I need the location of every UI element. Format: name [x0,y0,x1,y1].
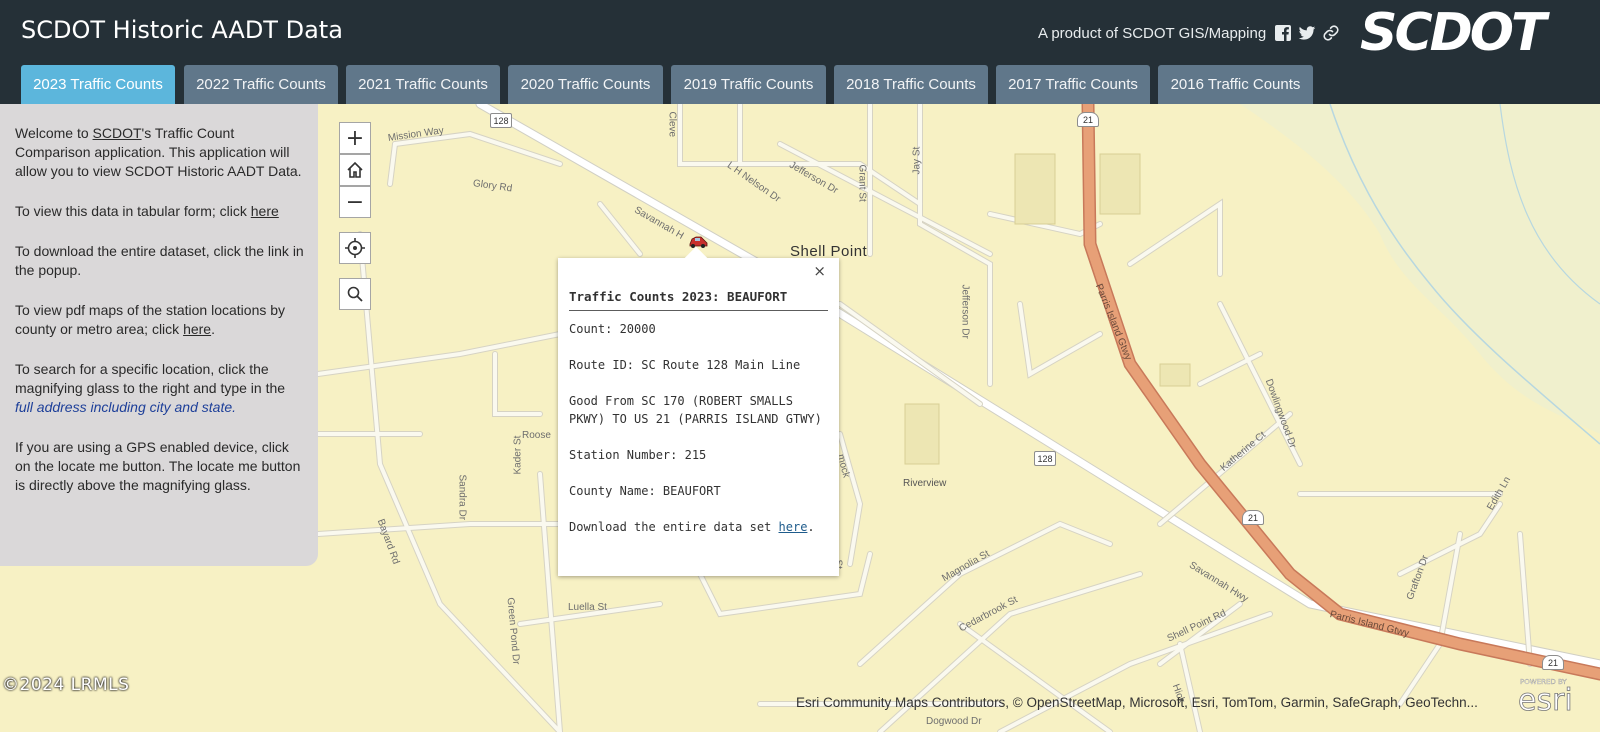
locate-button[interactable] [339,232,371,264]
street-label: Luella St [568,602,607,613]
popup-good-from: Good From SC 170 (ROBERT SMALLS PKWY) TO… [569,394,822,426]
zoom-in-button[interactable]: + [339,122,371,154]
tabular-link[interactable]: here [251,203,279,219]
tab-2018[interactable]: 2018 Traffic Counts [834,65,988,104]
route-shield: 21 [1077,112,1099,127]
traffic-count-popup: × Traffic Counts 2023: BEAUFORT Count: 2… [558,258,839,576]
popup-station: Station Number: 215 [569,448,707,462]
tab-2019[interactable]: 2019 Traffic Counts [671,65,826,104]
search-button[interactable] [339,278,371,310]
popup-download: Download the entire data set here. [569,520,815,534]
scdot-link[interactable]: SCDOT [93,125,142,141]
logo-text: SCDOT [1360,4,1550,60]
route-shield: 128 [1034,451,1056,466]
tab-2016[interactable]: 2016 Traffic Counts [1158,65,1313,104]
gps-help-text: If you are using a GPS enabled device, c… [15,439,301,493]
esri-logo: POWERED BY esri [1514,672,1600,732]
route-shield: 21 [1542,655,1564,670]
popup-county: County Name: BEAUFORT [569,484,721,498]
zoom-out-button[interactable]: − [339,186,371,218]
tabular-text: To view this data in tabular form; click… [15,203,279,219]
popup-count: Count: 20000 [569,322,656,336]
tab-2020[interactable]: 2020 Traffic Counts [508,65,663,104]
search-icon [347,286,363,302]
tab-2023[interactable]: 2023 Traffic Counts [21,65,175,104]
place-label-riverview: Riverview [903,478,947,489]
scdot-logo: SCDOT [1358,3,1588,63]
popup-title: Traffic Counts 2023: BEAUFORT [569,289,828,311]
pdf-maps-link[interactable]: here [183,321,211,337]
crosshair-icon [345,238,365,258]
twitter-icon[interactable] [1298,24,1318,44]
home-button[interactable] [339,154,371,186]
welcome-text: Welcome to SCDOT's Traffic Count Compari… [15,125,302,179]
street-label: Roose [522,430,551,441]
pdf-maps-text: To view pdf maps of the station location… [15,302,286,337]
map-attribution: Esri Community Maps Contributors, © Open… [796,695,1478,710]
search-help-text: To search for a specific location, click… [15,361,286,415]
car-marker-icon[interactable] [688,234,708,248]
svg-text:esri: esri [1518,683,1573,718]
tab-2022[interactable]: 2022 Traffic Counts [184,65,338,104]
plus-icon: + [345,125,365,151]
street-label: Sandra Dr [456,474,468,521]
facebook-icon[interactable] [1274,24,1294,44]
link-icon[interactable] [1322,24,1342,44]
close-icon[interactable]: × [813,262,826,280]
route-shield: 21 [1242,510,1264,525]
street-label: Cleve [666,111,678,138]
download-text: To download the entire dataset, click th… [15,243,304,278]
route-shield: 128 [490,113,512,128]
tab-2021[interactable]: 2021 Traffic Counts [346,65,500,104]
street-label: Jay St [911,146,923,175]
address-hint: full address including city and state. [15,399,237,415]
popup-route: Route ID: SC Route 128 Main Line [569,358,801,372]
watermark-copyright: ©2024 LRMLS [2,675,130,695]
app-title: SCDOT Historic AADT Data [21,16,343,44]
street-label: Kader St [512,435,524,475]
byline: A product of SCDOT GIS/Mapping [1038,25,1267,42]
street-label: Jefferson Dr [959,284,971,339]
download-link[interactable]: here [779,520,808,534]
app-header: SCDOT Historic AADT Data A product of SC… [0,0,1600,104]
minus-icon: − [345,189,365,215]
home-icon [347,161,363,178]
tab-2017[interactable]: 2017 Traffic Counts [996,65,1150,104]
info-panel: Welcome to SCDOT's Traffic Count Compari… [0,104,318,566]
street-label: Grant St [856,164,868,202]
